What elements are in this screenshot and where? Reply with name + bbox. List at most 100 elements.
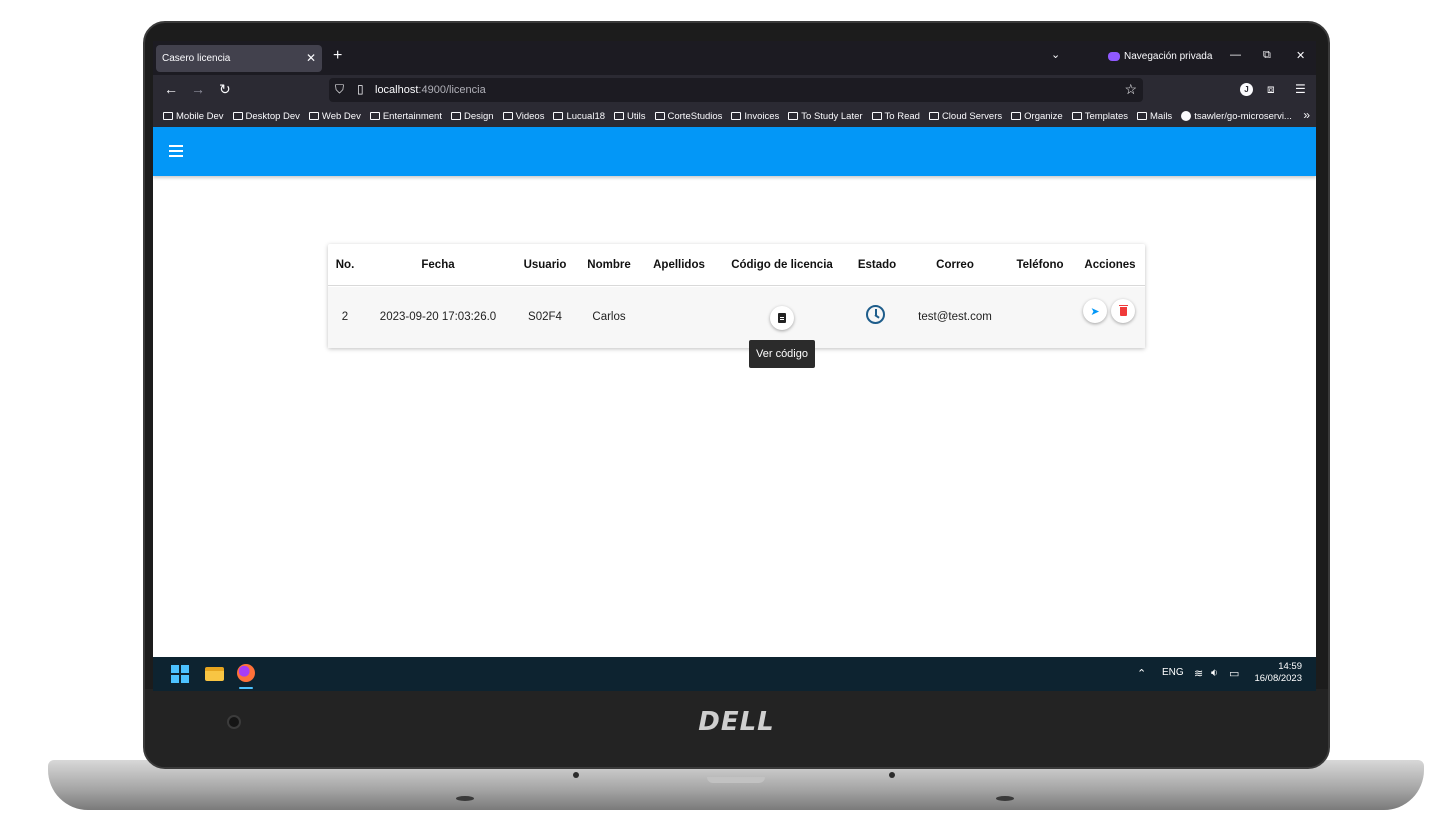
bookmarks-overflow-icon[interactable]: »	[1303, 108, 1310, 122]
folder-icon	[1137, 112, 1148, 120]
extensions-icon[interactable]: ⧈	[1267, 82, 1275, 97]
screen: Casero licencia ✕ + ⌄ Navegación privada…	[153, 41, 1316, 691]
bookmarks-bar: Mobile Dev Desktop Dev Web Dev Entertain…	[153, 105, 1316, 127]
bookmark-folder[interactable]: Web Dev	[308, 111, 361, 122]
column-header-usuario: Usuario	[523, 259, 567, 271]
view-code-button[interactable]	[770, 306, 794, 330]
tab-close-icon[interactable]: ✕	[306, 51, 316, 65]
bookmark-folder[interactable]: Cloud Servers	[928, 111, 1002, 122]
reload-icon[interactable]: ↻	[219, 81, 231, 98]
volume-icon[interactable]: 🔉︎	[1211, 667, 1218, 680]
system-clock[interactable]: 14:59 16/08/2023	[1254, 661, 1302, 685]
active-app-indicator	[239, 687, 253, 689]
profile-icon[interactable]: J	[1240, 83, 1253, 96]
column-header-apellidos: Apellidos	[653, 259, 705, 271]
file-explorer-icon[interactable]	[205, 667, 224, 681]
github-icon	[1181, 111, 1192, 121]
folder-icon	[1071, 112, 1082, 120]
bookmark-folder[interactable]: Mobile Dev	[163, 111, 224, 122]
bezel-bottom: DELL	[145, 689, 1328, 767]
bookmark-folder[interactable]: Organize	[1011, 111, 1063, 122]
base-foot	[996, 796, 1014, 801]
forward-icon[interactable]: →	[191, 81, 205, 97]
bookmark-folder[interactable]: To Study Later	[788, 111, 863, 122]
bookmark-link[interactable]: tsawler/go-microservi...	[1181, 111, 1292, 122]
folder-icon	[450, 112, 461, 120]
language-indicator[interactable]: ENG	[1162, 667, 1184, 678]
folder-icon	[731, 112, 742, 120]
bookmark-folder[interactable]: Mails	[1137, 111, 1172, 122]
column-header-acciones: Acciones	[1084, 259, 1136, 271]
firefox-icon[interactable]	[237, 664, 255, 682]
app-header	[153, 127, 1316, 176]
folder-icon	[502, 112, 513, 120]
tab-bar: Casero licencia ✕ + ⌄ Navegación privada…	[153, 41, 1316, 75]
column-header-no: No.	[335, 259, 355, 271]
page-icon: ▯	[357, 82, 364, 96]
wifi-icon[interactable]: ≋	[1194, 667, 1203, 680]
delete-button[interactable]	[1111, 299, 1135, 323]
send-button[interactable]: ➤	[1083, 299, 1107, 323]
menu-icon[interactable]: ☰	[1295, 82, 1306, 96]
close-window-icon[interactable]: ✕	[1296, 49, 1305, 62]
url-bar[interactable]: ⛉ ▯ localhost:4900/licencia ☆	[329, 78, 1143, 102]
cell-nombre: Carlos	[592, 311, 626, 323]
bookmark-folder[interactable]: Entertainment	[369, 111, 442, 122]
bookmark-folder[interactable]: CorteStudios	[654, 111, 722, 122]
private-label: Navegación privada	[1124, 51, 1213, 62]
folder-icon	[369, 112, 380, 120]
new-tab-icon[interactable]: +	[333, 47, 342, 65]
minimize-icon[interactable]: —	[1230, 49, 1241, 61]
folder-icon	[232, 112, 243, 120]
trash-icon	[1118, 304, 1128, 316]
shield-icon[interactable]: ⛉	[335, 82, 344, 97]
base-notch	[707, 777, 765, 783]
restore-icon[interactable]: ⧉	[1263, 49, 1271, 62]
bookmark-folder[interactable]: Utils	[614, 111, 646, 122]
private-mask-icon	[1108, 52, 1120, 61]
clock-date: 16/08/2023	[1254, 673, 1302, 684]
back-icon[interactable]: ←	[164, 81, 178, 97]
clock-icon	[866, 305, 885, 324]
tab-title: Casero licencia	[162, 53, 231, 64]
bookmark-star-icon[interactable]: ☆	[1124, 81, 1137, 98]
chevron-down-icon[interactable]: ⌄	[1051, 48, 1060, 61]
hinge-dot	[889, 772, 895, 778]
battery-icon[interactable]: ▭	[1229, 667, 1239, 680]
bookmark-folder[interactable]: Templates	[1071, 111, 1128, 122]
table-header-row: No. Fecha Usuario Nombre Apellidos Códig…	[328, 244, 1145, 286]
cell-fecha: 2023-09-20 17:03:26.0	[379, 311, 497, 323]
cell-no: 2	[341, 311, 349, 323]
send-icon: ➤	[1090, 305, 1100, 318]
bookmark-folder[interactable]: Lucual18	[553, 111, 605, 122]
cell-usuario: S02F4	[528, 311, 562, 323]
taskbar: ⌃ ENG ≋ 🔉︎ ▭ 14:59 16/08/2023	[153, 657, 1316, 691]
column-header-correo: Correo	[936, 259, 974, 271]
column-header-estado: Estado	[857, 259, 897, 271]
navigation-bar: ← → ↻ ⛉ ▯ localhost:4900/licencia ☆ J ⧈ …	[153, 75, 1316, 105]
bookmark-folder[interactable]: Videos	[502, 111, 544, 122]
bookmark-folder[interactable]: Desktop Dev	[232, 111, 300, 122]
folder-icon	[308, 112, 319, 120]
bookmark-folder[interactable]: Design	[450, 111, 494, 122]
clock-time: 14:59	[1278, 661, 1302, 672]
browser-tab[interactable]: Casero licencia ✕	[156, 45, 322, 72]
url-text[interactable]: localhost:4900/licencia	[375, 84, 486, 96]
bookmark-folder[interactable]: To Read	[871, 111, 920, 122]
column-header-fecha: Fecha	[421, 259, 455, 271]
brand-logo: DELL	[698, 707, 775, 737]
bookmark-folder[interactable]: Invoices	[731, 111, 779, 122]
cell-correo: test@test.com	[918, 311, 992, 323]
table-row: 2 2023-09-20 17:03:26.0 S02F4 Carlos tes…	[328, 287, 1145, 348]
hamburger-menu-icon[interactable]	[169, 145, 183, 157]
url-host: localhost	[375, 84, 419, 96]
folder-icon	[654, 112, 665, 120]
base-foot	[456, 796, 474, 801]
folder-icon	[788, 112, 799, 120]
column-header-telefono: Teléfono	[1016, 259, 1064, 271]
folder-icon	[1011, 112, 1022, 120]
license-table: No. Fecha Usuario Nombre Apellidos Códig…	[328, 244, 1145, 348]
folder-icon	[871, 112, 882, 120]
tray-chevron-up-icon[interactable]: ⌃	[1137, 667, 1146, 680]
windows-start-icon[interactable]	[171, 665, 189, 683]
